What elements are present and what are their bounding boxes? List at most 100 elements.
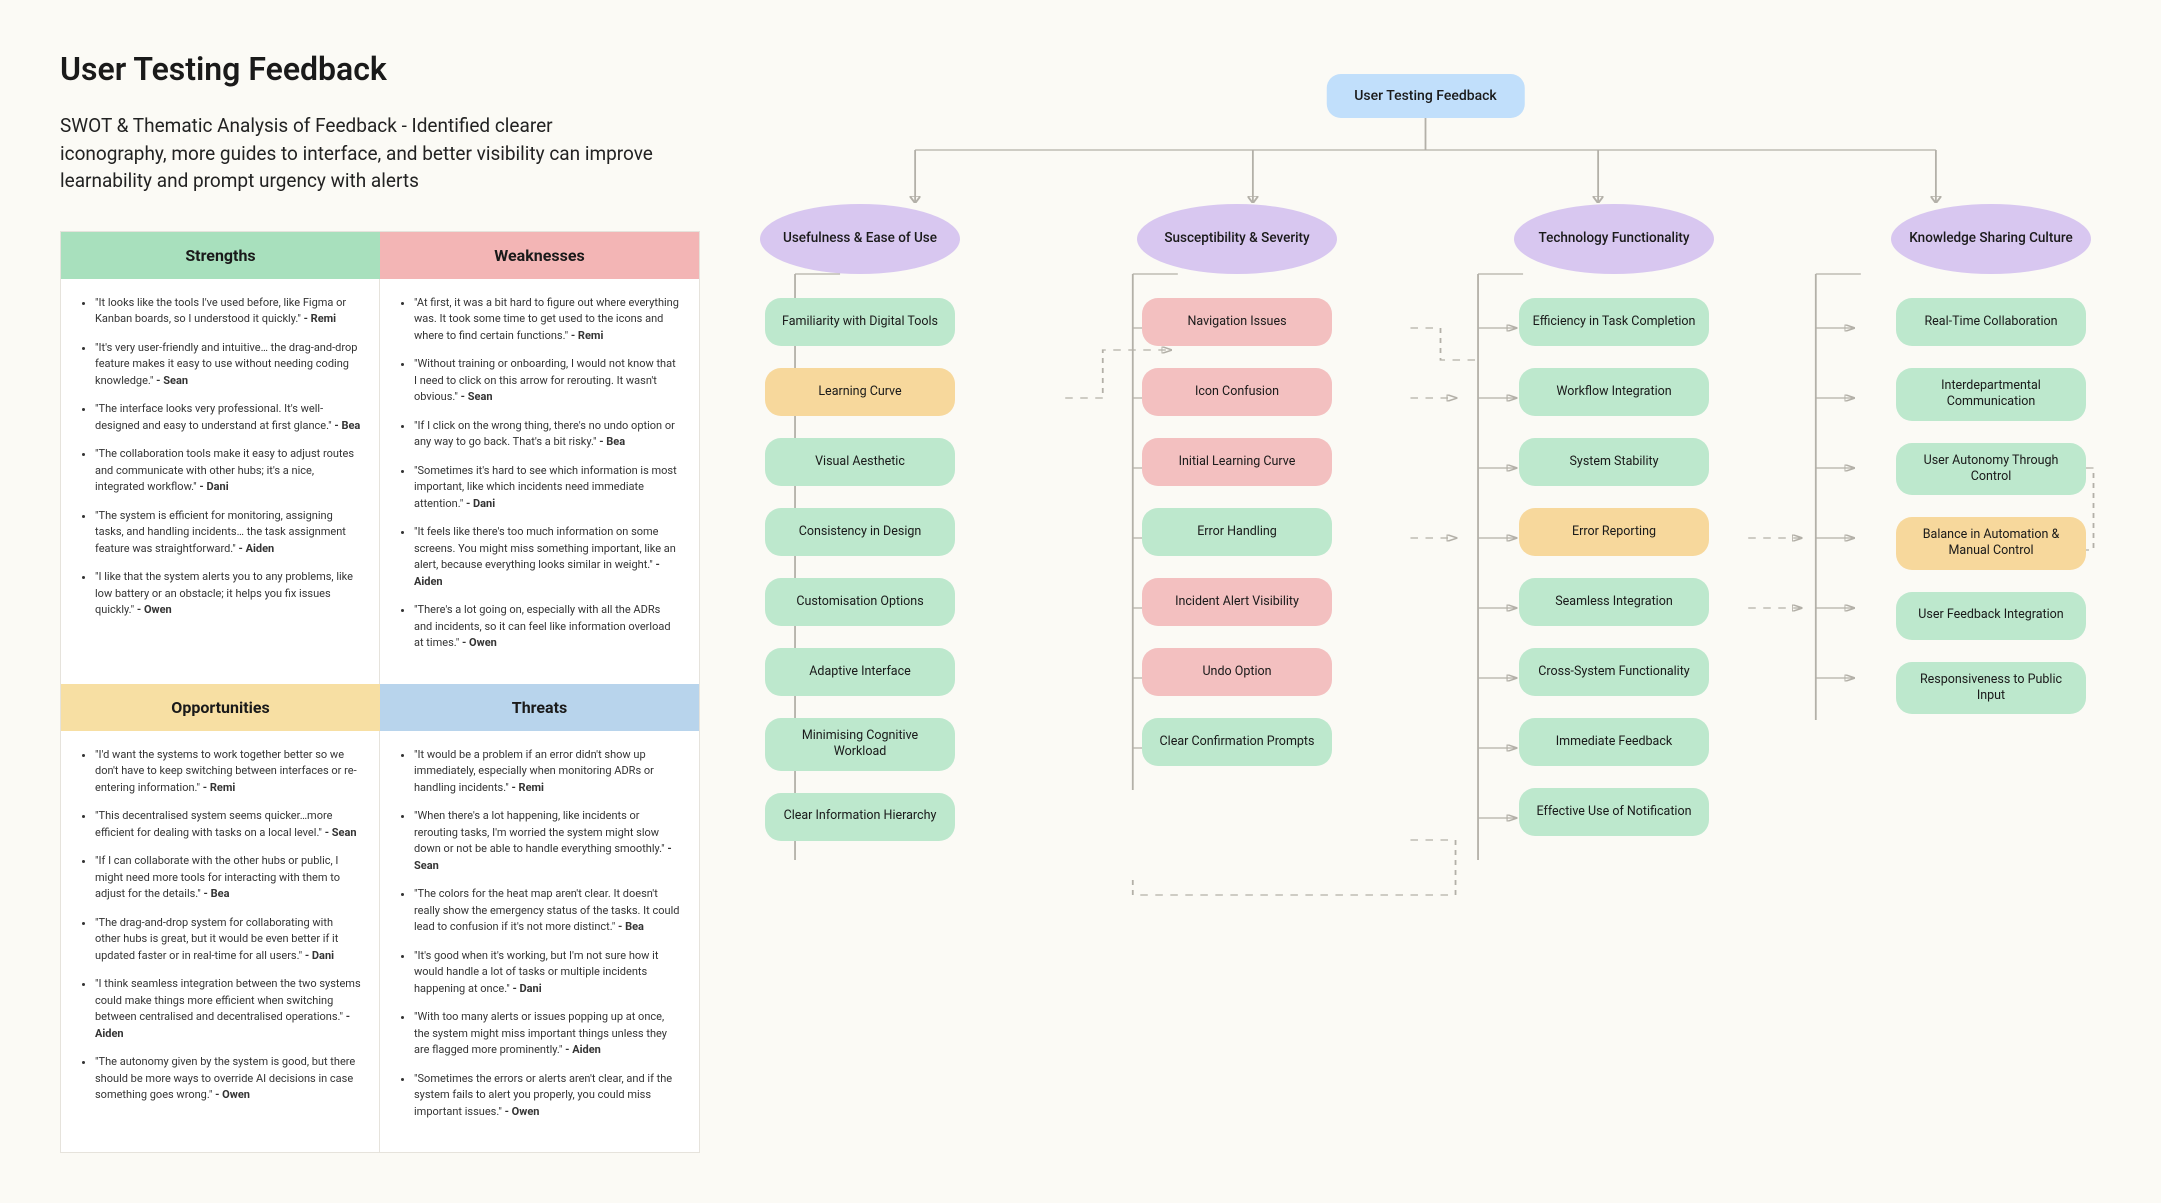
swot-quote-item: "I like that the system alerts you to an…	[95, 569, 361, 619]
swot-quote-item: "If I click on the wrong thing, there's …	[414, 418, 681, 451]
swot-threats: Threats "It would be a problem if an err…	[380, 684, 699, 1153]
swot-quote-author: - Bea	[334, 419, 360, 432]
swot-quote-author: - Remi	[203, 781, 236, 794]
swot-quote-text: "The interface looks very professional. …	[95, 402, 334, 432]
swot-quote-text: "The drag-and-drop system for collaborat…	[95, 916, 338, 962]
swot-quote-author: - Sean	[325, 826, 357, 839]
diagram-theme-node: Visual Aesthetic	[765, 438, 955, 486]
swot-quote-item: "I think seamless integration between th…	[95, 976, 361, 1042]
swot-quote-author: - Dani	[512, 982, 541, 995]
swot-quote-item: "At first, it was a bit hard to figure o…	[414, 295, 681, 345]
diagram-theme-node: Workflow Integration	[1519, 368, 1709, 416]
swot-strengths-body: "It looks like the tools I've used befor…	[61, 279, 380, 684]
swot-quote-text: "I think seamless integration between th…	[95, 977, 361, 1023]
diagram-theme-column: Navigation IssuesIcon ConfusionInitial L…	[1137, 298, 1337, 841]
swot-quote-item: "The colors for the heat map aren't clea…	[414, 886, 681, 936]
swot-quote-text: "When there's a lot happening, like inci…	[414, 809, 667, 855]
swot-quote-author: - Remi	[571, 329, 604, 342]
swot-quote-item: "The drag-and-drop system for collaborat…	[95, 915, 361, 965]
swot-quote-item: "There's a lot going on, especially with…	[414, 602, 681, 652]
diagram-theme-node: User Autonomy Through Control	[1896, 443, 2086, 496]
swot-quote-item: "Without training or onboarding, I would…	[414, 356, 681, 406]
swot-quote-author: - Remi	[511, 781, 544, 794]
diagram-theme-node: Clear Confirmation Prompts	[1142, 718, 1332, 766]
swot-threats-body: "It would be a problem if an error didn'…	[380, 731, 699, 1153]
swot-quote-author: - Dani	[466, 497, 495, 510]
swot-quote-text: "With too many alerts or issues popping …	[414, 1010, 667, 1056]
swot-quote-item: "It looks like the tools I've used befor…	[95, 295, 361, 328]
swot-quote-text: "Sometimes the errors or alerts aren't c…	[414, 1072, 672, 1118]
diagram-theme-node: Consistency in Design	[765, 508, 955, 556]
swot-quote-item: "If I can collaborate with the other hub…	[95, 853, 361, 903]
diagram-theme-node: System Stability	[1519, 438, 1709, 486]
swot-quote-item: "The system is efficient for monitoring,…	[95, 508, 361, 558]
swot-quote-text: "The system is efficient for monitoring,…	[95, 509, 346, 555]
diagram-theme-node: User Feedback Integration	[1896, 592, 2086, 640]
swot-quote-item: "It's good when it's working, but I'm no…	[414, 948, 681, 998]
diagram-category-node: Technology Functionality	[1514, 204, 1714, 274]
swot-quote-author: - Owen	[462, 636, 497, 649]
diagram-theme-node: Immediate Feedback	[1519, 718, 1709, 766]
diagram-theme-node: Error Handling	[1142, 508, 1332, 556]
swot-quote-author: - Sean	[461, 390, 493, 403]
swot-opportunities: Opportunities "I'd want the systems to w…	[61, 684, 380, 1153]
diagram-theme-column: Real-Time Collaboration Interdepartmental…	[1891, 298, 2091, 841]
diagram-theme-node: Customisation Options	[765, 578, 955, 626]
swot-quote-text: "This decentralised system seems quicker…	[95, 809, 332, 839]
page-root: User Testing Feedback SWOT & Thematic An…	[60, 50, 2101, 1153]
left-column: User Testing Feedback SWOT & Thematic An…	[60, 50, 700, 1153]
diagram-theme-node: Undo Option	[1142, 648, 1332, 696]
thematic-diagram: User Testing Feedback Usefulness & Ease …	[750, 50, 2101, 910]
swot-quote-item: "With too many alerts or issues popping …	[414, 1009, 681, 1059]
swot-quote-author: - Owen	[505, 1105, 540, 1118]
swot-strengths-header: Strengths	[61, 232, 380, 279]
diagram-theme-node: Interdepartmental Communication	[1896, 368, 2086, 421]
page-subtitle: SWOT & Thematic Analysis of Feedback - I…	[60, 112, 660, 195]
swot-quote-text: "Without training or onboarding, I would…	[414, 357, 676, 403]
swot-quote-author: - Sean	[156, 374, 188, 387]
diagram-theme-node: Minimising Cognitive Workload	[765, 718, 955, 771]
swot-table: Strengths "It looks like the tools I've …	[60, 231, 700, 1154]
diagram-theme-node: Seamless Integration	[1519, 578, 1709, 626]
swot-quote-author: - Dani	[305, 949, 334, 962]
swot-quote-text: "Sometimes it's hard to see which inform…	[414, 464, 677, 510]
diagram-theme-node: Error Reporting	[1519, 508, 1709, 556]
swot-quote-author: - Owen	[137, 603, 172, 616]
swot-quote-text: "If I click on the wrong thing, there's …	[414, 419, 675, 449]
diagram-theme-node: Efficiency in Task Completion	[1519, 298, 1709, 346]
swot-weaknesses: Weaknesses "At first, it was a bit hard …	[380, 232, 699, 684]
diagram-theme-node: Navigation Issues	[1142, 298, 1332, 346]
swot-opportunities-header: Opportunities	[61, 684, 380, 731]
swot-quote-author: - Remi	[304, 312, 337, 325]
diagram-theme-node: Familiarity with Digital Tools	[765, 298, 955, 346]
diagram-category-row: Usefulness & Ease of Use Susceptibility &…	[750, 204, 2101, 274]
swot-strengths: Strengths "It looks like the tools I've …	[61, 232, 380, 684]
diagram-theme-node: Responsiveness to Public Input	[1896, 662, 2086, 715]
diagram-theme-node: Real-Time Collaboration	[1896, 298, 2086, 346]
swot-quote-item: "The collaboration tools make it easy to…	[95, 446, 361, 496]
swot-quote-author: - Bea	[618, 920, 644, 933]
swot-quote-text: "I like that the system alerts you to an…	[95, 570, 353, 616]
diagram-theme-node: Clear Information Hierarchy	[765, 793, 955, 841]
diagram-root-node: User Testing Feedback	[1326, 74, 1524, 118]
swot-quote-author: - Owen	[215, 1088, 250, 1101]
diagram-theme-columns: Familiarity with Digital ToolsLearning C…	[750, 298, 2101, 841]
diagram-category-node: Susceptibility & Severity	[1137, 204, 1337, 274]
swot-quote-author: - Aiden	[565, 1043, 601, 1056]
swot-quote-item: "When there's a lot happening, like inci…	[414, 808, 681, 874]
diagram-theme-node: Adaptive Interface	[765, 648, 955, 696]
swot-quote-text: "It's very user-friendly and intuitive… …	[95, 341, 357, 387]
swot-quote-item: "I'd want the systems to work together b…	[95, 747, 361, 797]
diagram-theme-node: Cross-System Functionality	[1519, 648, 1709, 696]
diagram-theme-column: Efficiency in Task Completion Workflow In…	[1514, 298, 1714, 841]
swot-quote-text: "It feels like there's too much informat…	[414, 525, 676, 571]
swot-quote-text: "There's a lot going on, especially with…	[414, 603, 671, 649]
page-title: User Testing Feedback	[60, 50, 700, 88]
diagram-theme-node: Balance in Automation & Manual Control	[1896, 517, 2086, 570]
diagram-theme-node: Icon Confusion	[1142, 368, 1332, 416]
swot-threats-header: Threats	[380, 684, 699, 731]
swot-quote-author: - Dani	[199, 480, 228, 493]
diagram-category-node: Knowledge Sharing Culture	[1891, 204, 2091, 274]
diagram-category-node: Usefulness & Ease of Use	[760, 204, 960, 274]
swot-quote-author: - Bea	[599, 435, 625, 448]
